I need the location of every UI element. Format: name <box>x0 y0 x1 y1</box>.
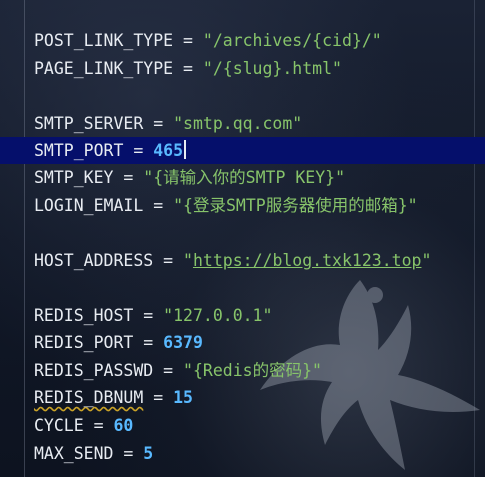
code-line[interactable]: SMTP_SERVER = "smtp.qq.com" <box>0 110 485 137</box>
text-cursor <box>184 140 187 159</box>
code-line[interactable]: REDIS_HOST = "127.0.0.1" <box>0 302 485 329</box>
string-value: "smtp.qq.com" <box>173 114 303 133</box>
config-key: REDIS_PORT <box>34 333 134 352</box>
config-key: HOST_ADDRESS <box>34 251 154 270</box>
config-key: REDIS_PASSWD <box>34 361 154 380</box>
code-line[interactable]: REDIS_PORT = 6379 <box>0 329 485 356</box>
config-key: PAGE_LINK_TYPE <box>34 59 174 78</box>
assign-operator: = <box>83 416 114 435</box>
string-value: "{Redis的密码}" <box>183 361 322 380</box>
assign-operator: = <box>143 388 174 407</box>
assign-operator: = <box>153 361 184 380</box>
config-key: SMTP_KEY <box>34 168 114 187</box>
number-value: 465 <box>153 141 184 160</box>
code-line[interactable]: PAGE_LINK_TYPE = "/{slug}.html" <box>0 55 485 82</box>
config-key: POST_LINK_TYPE <box>34 31 174 50</box>
config-key: SMTP_PORT <box>34 141 124 160</box>
code-line[interactable]: CYCLE = 60 <box>0 412 485 439</box>
string-value: "{请输入你的SMTP KEY}" <box>143 168 346 187</box>
code-editor[interactable]: POST_LINK_TYPE = "/archives/{cid}/" PAGE… <box>0 0 485 477</box>
string-value: "/{slug}.html" <box>202 59 342 78</box>
assign-operator: = <box>113 444 144 463</box>
assign-operator: = <box>123 141 154 160</box>
number-value: 60 <box>113 416 134 435</box>
assign-operator: = <box>113 168 144 187</box>
number-value: 15 <box>173 388 193 407</box>
assign-operator: = <box>143 196 174 215</box>
config-key: MAX_SEND <box>34 444 114 463</box>
string-value: "{登录SMTP服务器使用的邮箱}" <box>173 196 418 215</box>
number-value: 6379 <box>163 333 203 352</box>
code-line[interactable]: MAX_SEND = 5 <box>0 440 485 467</box>
active-code-line[interactable]: SMTP_PORT = 465 <box>0 137 485 164</box>
string-quote-open: " <box>183 251 193 270</box>
code-line[interactable]: REDIS_PASSWD = "{Redis的密码}" <box>0 357 485 384</box>
code-line[interactable]: SMTP_KEY = "{请输入你的SMTP KEY}" <box>0 164 485 191</box>
config-key: REDIS_HOST <box>34 306 134 325</box>
code-line[interactable]: HOST_ADDRESS = "https://blog.txk123.top" <box>0 247 485 274</box>
code-line[interactable]: LOGIN_EMAIL = "{登录SMTP服务器使用的邮箱}" <box>0 192 485 219</box>
assign-operator: = <box>173 59 203 78</box>
code-line[interactable]: POST_LINK_TYPE = "/archives/{cid}/" <box>0 27 485 54</box>
assign-operator: = <box>153 251 184 270</box>
config-key-with-warning[interactable]: REDIS_DBNUM <box>34 388 143 407</box>
string-quote-close: " <box>421 251 432 270</box>
config-key: SMTP_SERVER <box>34 114 144 133</box>
assign-operator: = <box>133 306 164 325</box>
assign-operator: = <box>143 114 174 133</box>
assign-operator: = <box>173 31 203 50</box>
string-value: "127.0.0.1" <box>163 306 273 325</box>
config-key: LOGIN_EMAIL <box>34 196 144 215</box>
assign-operator: = <box>133 333 164 352</box>
code-line[interactable]: REDIS_DBNUM = 15 <box>0 384 485 411</box>
config-key: CYCLE <box>34 416 84 435</box>
url-link[interactable]: https://blog.txk123.top <box>193 251 421 270</box>
string-value: "/archives/{cid}/" <box>202 31 382 50</box>
number-value: 5 <box>143 444 154 463</box>
